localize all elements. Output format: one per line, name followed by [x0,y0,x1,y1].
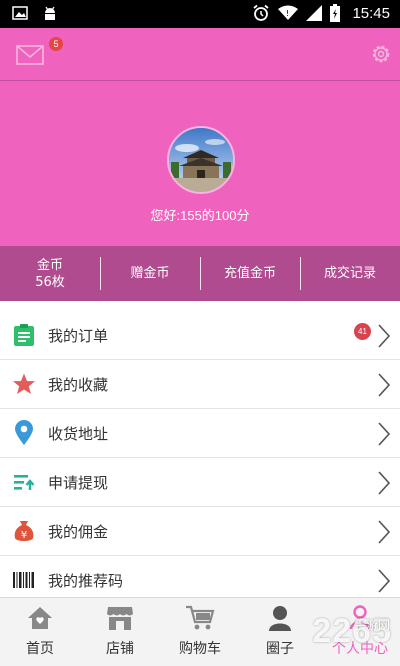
menu-item-favorites[interactable]: 我的收藏 [0,360,400,409]
mail-badge: 5 [49,37,63,51]
tab-home[interactable]: 首页 [0,598,80,666]
menu-item-label: 收货地址 [48,425,109,443]
gear-icon[interactable] [369,42,393,66]
gift-coins-button[interactable]: 赠金币 [100,246,200,301]
store-icon [105,604,135,632]
tab-circle[interactable]: 圈子 [240,598,320,666]
gift-coins-label: 赠金币 [130,266,170,281]
withdraw-icon [12,470,36,494]
menu-item-label: 我的订单 [48,327,109,345]
menu-item-label: 我的推荐码 [48,572,124,590]
greeting-text: 您好:155的100分 [150,208,250,223]
money-bag-icon: ¥ [12,519,36,543]
barcode-icon [12,568,36,592]
chevron-right-icon [378,520,391,544]
wifi-icon: ! [278,5,299,20]
recharge-label: 充值金币 [223,266,276,281]
battery-icon [330,4,341,22]
tab-label: 店铺 [106,641,134,657]
chevron-right-icon [378,471,391,495]
coins-stat[interactable]: 金币 56枚 [0,246,100,301]
menu-item-commission[interactable]: ¥ 我的佣金 [0,507,400,556]
svg-text:!: ! [286,9,289,18]
home-icon [25,604,55,632]
tab-label: 购物车 [179,641,221,657]
menu-item-label: 我的收藏 [48,376,109,394]
tab-store[interactable]: 店铺 [80,598,160,666]
order-icon [12,323,36,347]
clock-time: 15:45 [352,4,390,22]
tab-label: 圈子 [266,641,294,657]
chevron-right-icon [378,569,391,593]
android-icon [45,6,55,20]
menu-item-address[interactable]: 收货地址 [0,409,400,458]
signal-icon [306,5,323,21]
tab-label: 首页 [26,641,54,657]
profile-header: 5 您好:155的100分 [0,28,400,246]
order-count-badge: 41 [354,323,371,340]
coin-stats-bar: 金币 56枚 赠金币 充值金币 成交记录 [0,246,400,301]
status-bar: ! 15:45 [0,0,400,28]
watermark-logo: 2265 手游网 [312,612,392,651]
tab-cart[interactable]: 购物车 [160,598,240,666]
cart-icon [185,604,215,632]
avatar[interactable] [167,126,235,194]
chevron-right-icon [378,324,391,348]
image-icon [12,6,28,20]
recharge-button[interactable]: 充值金币 [200,246,300,301]
records-button[interactable]: 成交记录 [300,246,400,301]
star-icon [12,372,36,396]
watermark-sub: 手游网 [353,618,390,632]
coins-label: 金币 [36,257,63,273]
location-pin-icon [12,420,36,445]
menu-list: 我的订单 41 我的收藏 收货地址 申请提现 ¥ 我的佣金 我的推荐码 [0,311,400,605]
menu-item-withdraw[interactable]: 申请提现 [0,458,400,507]
alarm-icon [253,4,270,21]
circle-icon [265,604,295,632]
chevron-right-icon [378,422,391,446]
header-divider [0,80,400,81]
mail-icon[interactable] [16,45,44,65]
svg-text:¥: ¥ [21,530,27,541]
coins-value: 56枚 [35,274,65,290]
records-label: 成交记录 [323,266,376,281]
chevron-right-icon [378,373,391,397]
menu-item-label: 申请提现 [48,474,109,492]
menu-item-label: 我的佣金 [48,523,109,541]
menu-item-orders[interactable]: 我的订单 41 [0,311,400,360]
